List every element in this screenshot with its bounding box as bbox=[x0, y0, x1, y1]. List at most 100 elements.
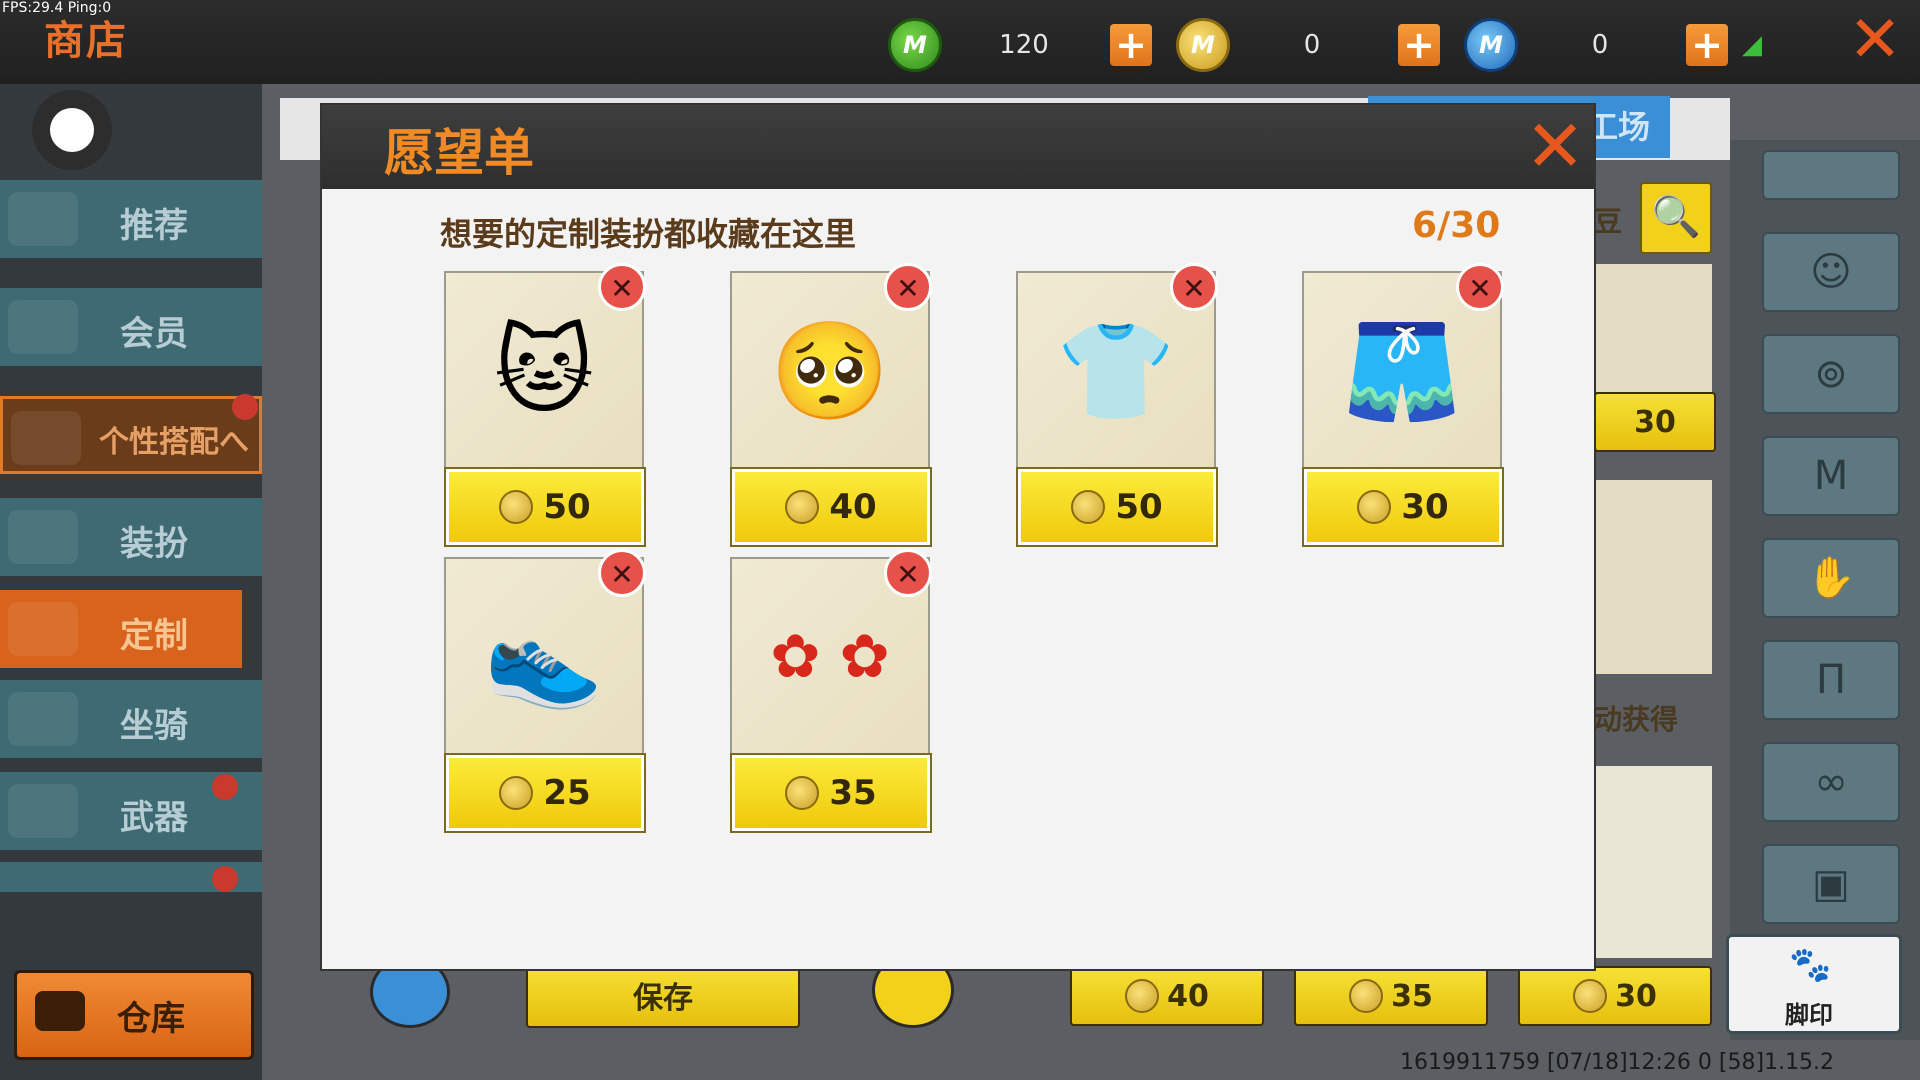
sidebar-item-member[interactable]: 会员 bbox=[0, 288, 262, 366]
coin-icon bbox=[1071, 490, 1106, 524]
price-value: 25 bbox=[543, 773, 591, 813]
bottom-price-button[interactable]: 30 bbox=[1518, 966, 1712, 1026]
sidebar-item-label: 武器 bbox=[120, 798, 188, 838]
sidebar-item-label: 坐骑 bbox=[120, 706, 188, 746]
add-gold-coin-button[interactable]: + bbox=[1398, 24, 1440, 66]
close-wishlist-button[interactable]: ✕ bbox=[1522, 110, 1588, 182]
background-item-card[interactable] bbox=[1594, 264, 1712, 392]
price-value: 30 bbox=[1401, 487, 1449, 527]
remove-item-button[interactable]: ✕ bbox=[884, 549, 932, 597]
coin-icon bbox=[1573, 979, 1608, 1013]
coin-icon bbox=[1125, 979, 1160, 1013]
currency-gold-value: 0 bbox=[1303, 30, 1321, 60]
sidebar-item-label: 定制 bbox=[120, 616, 188, 656]
signal-icon: ◢ bbox=[1742, 30, 1762, 60]
price-value: 50 bbox=[543, 487, 591, 527]
paw-icon: 🐾 bbox=[1789, 945, 1832, 985]
category-partial-button[interactable] bbox=[1762, 150, 1900, 200]
face-icon[interactable]: ☺ bbox=[1762, 232, 1900, 312]
shirt-icon bbox=[8, 510, 78, 564]
item-price-button[interactable]: 30 bbox=[1304, 469, 1502, 545]
blue-m-coin-icon: M bbox=[1464, 18, 1518, 72]
warehouse-button[interactable]: 仓库 bbox=[14, 970, 254, 1060]
search-icon[interactable]: 🔍 bbox=[1640, 182, 1712, 254]
item-price-button[interactable]: 50 bbox=[1018, 469, 1216, 545]
price-value: 35 bbox=[1391, 978, 1433, 1014]
shirt-icon[interactable]: M bbox=[1762, 436, 1900, 516]
sidebar-item-mount[interactable]: 坐骑 bbox=[0, 680, 262, 758]
coin-icon bbox=[1349, 979, 1384, 1013]
price-value: 30 bbox=[1615, 978, 1657, 1014]
backpack-icon[interactable]: ▣ bbox=[1762, 844, 1900, 924]
sidebar-item-label: 推荐 bbox=[120, 206, 188, 246]
thumbs-up-icon bbox=[8, 192, 78, 246]
green-m-coin-icon: M bbox=[888, 18, 942, 72]
warehouse-label: 仓库 bbox=[117, 999, 185, 1039]
wishlist-modal: 愿望单 ✕ 想要的定制装扮都收藏在这里 6/30 🐱 ✕ 50 🥺 ✕ 40 👕… bbox=[322, 105, 1594, 969]
currency-blue-value: 0 bbox=[1591, 30, 1609, 60]
sidebar-item-label: 装扮 bbox=[120, 524, 188, 564]
background-item-card[interactable] bbox=[1594, 480, 1712, 674]
background-item-card[interactable] bbox=[1594, 766, 1712, 958]
footprint-label: 脚印 bbox=[1785, 1001, 1833, 1029]
close-shop-button[interactable]: ✕ bbox=[1845, 8, 1905, 72]
wishlist-subtitle: 想要的定制装扮都收藏在这里 bbox=[440, 215, 857, 253]
remove-item-button[interactable]: ✕ bbox=[598, 549, 646, 597]
price-value: 40 bbox=[829, 487, 877, 527]
sidebar-item-dress-up[interactable]: 装扮 bbox=[0, 498, 262, 576]
brush-icon bbox=[8, 602, 78, 656]
coin-icon bbox=[499, 776, 534, 810]
page-title: 商店 bbox=[44, 18, 128, 64]
price-value: 35 bbox=[829, 773, 877, 813]
avatar[interactable] bbox=[32, 90, 112, 170]
sidebar-item-custom[interactable]: 定制 bbox=[0, 590, 242, 668]
remove-item-button[interactable]: ✕ bbox=[1456, 263, 1504, 311]
member-badge-icon bbox=[8, 300, 78, 354]
price-value: 40 bbox=[1167, 978, 1209, 1014]
item-price-button[interactable]: 40 bbox=[732, 469, 930, 545]
modal-title: 愿望单 bbox=[384, 124, 534, 182]
price-value: 50 bbox=[1115, 487, 1163, 527]
sidebar-item-recommend[interactable]: 推荐 bbox=[0, 180, 262, 258]
coin-icon bbox=[1357, 490, 1392, 524]
wishlist-count: 6/30 bbox=[1412, 205, 1501, 246]
coin-icon bbox=[785, 776, 820, 810]
add-green-coin-button[interactable]: + bbox=[1110, 24, 1152, 66]
save-label: 保存 bbox=[633, 981, 693, 1016]
search-label-partial: 豆 bbox=[1594, 205, 1623, 238]
item-price-button[interactable]: 35 bbox=[732, 755, 930, 831]
remove-item-button[interactable]: ✕ bbox=[1170, 263, 1218, 311]
notification-dot bbox=[212, 774, 238, 800]
sidebar-item-outfit-match[interactable]: 个性搭配へ bbox=[0, 396, 262, 474]
footprint-button[interactable]: 🐾 脚印 bbox=[1726, 934, 1902, 1034]
remove-item-button[interactable]: ✕ bbox=[598, 263, 646, 311]
footer-info: 1619911759 [07/18]12:26 0 [58]1.15.2 bbox=[1400, 1050, 1835, 1075]
trophy-icon bbox=[11, 411, 81, 465]
tab-workshop-label: 工场 bbox=[1585, 108, 1650, 146]
chest-icon bbox=[35, 991, 85, 1031]
notification-dot bbox=[212, 866, 238, 892]
sidebar-item-label: 会员 bbox=[120, 314, 188, 354]
shoes-icon[interactable]: ∞ bbox=[1762, 742, 1900, 822]
mount-icon bbox=[8, 692, 78, 746]
add-blue-coin-button[interactable]: + bbox=[1686, 24, 1728, 66]
item-price-button[interactable]: 50 bbox=[446, 469, 644, 545]
bottom-price-button[interactable]: 40 bbox=[1070, 966, 1264, 1026]
price-value: 30 bbox=[1634, 404, 1676, 440]
currency-green-value: 120 bbox=[999, 30, 1049, 60]
save-button[interactable]: 保存 bbox=[526, 962, 800, 1028]
glove-icon[interactable]: ✋ bbox=[1762, 538, 1900, 618]
pants-icon[interactable]: Π bbox=[1762, 640, 1900, 720]
coin-icon bbox=[499, 490, 534, 524]
notification-dot bbox=[232, 394, 258, 420]
sidebar-item-label: 个性搭配へ bbox=[99, 425, 249, 460]
gold-m-coin-icon: M bbox=[1176, 18, 1230, 72]
remove-item-button[interactable]: ✕ bbox=[884, 263, 932, 311]
bottom-price-button[interactable]: 35 bbox=[1294, 966, 1488, 1026]
obtain-label-partial: 动获得 bbox=[1594, 703, 1679, 736]
background-item-price[interactable]: 30 bbox=[1594, 392, 1716, 452]
mask-icon[interactable]: ⊚ bbox=[1762, 334, 1900, 414]
item-price-button[interactable]: 25 bbox=[446, 755, 644, 831]
gun-icon bbox=[8, 784, 78, 838]
coin-icon bbox=[785, 490, 820, 524]
